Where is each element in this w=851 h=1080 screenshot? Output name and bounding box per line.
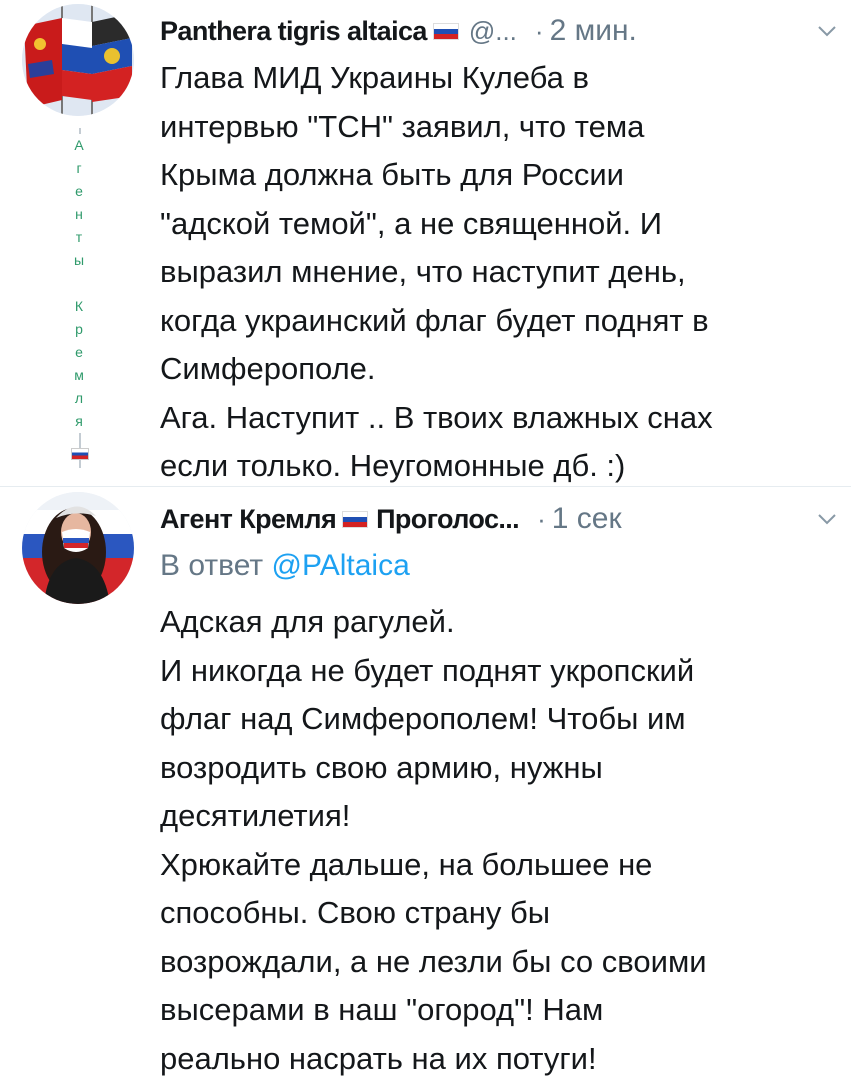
russia-flag-icon	[342, 510, 369, 528]
tweet-text-line: флаг над Симферополем! Чтобы им	[160, 701, 686, 736]
thread-connector: А г е н т ы К р е м л я	[64, 128, 94, 468]
vertical-letter: г	[75, 157, 83, 180]
tweet-text-line: когда украинский флаг будет поднят в	[160, 302, 709, 338]
vertical-letter: е	[74, 180, 84, 203]
vertical-letter: К	[73, 295, 85, 318]
vertical-letter: р	[74, 318, 84, 341]
tweet-text-line: десятилетия!	[160, 798, 351, 833]
tweet-text-line: высерами в наш "огород"! Нам	[160, 992, 604, 1027]
tweet-text-line: интервью "ТСН" заявил, что тема	[160, 108, 645, 144]
vertical-letter: м	[73, 364, 85, 387]
avatar-flags-image	[22, 4, 134, 116]
tweet-thread: А г е н т ы К р е м л я Panthera tigris …	[0, 0, 851, 1080]
vertical-letter: т	[74, 226, 84, 249]
tweet-divider	[0, 486, 851, 487]
tweet-text-line: Симферополе.	[160, 351, 376, 386]
vertical-letter: ы	[72, 249, 86, 272]
russia-flag-icon	[71, 448, 89, 460]
reply-context: В ответ @PAltaica	[160, 544, 840, 588]
reply-mention-link[interactable]: @PAltaica	[271, 549, 409, 582]
tweet[interactable]: Агент Кремля Проголос... · 1 сек В ответ…	[160, 496, 840, 1080]
vertical-text: А г е н т ы К р е м л я	[64, 134, 94, 433]
user-handle[interactable]: @...	[469, 16, 517, 47]
separator-dot: ·	[537, 503, 546, 534]
timestamp[interactable]: 1 сек	[552, 502, 622, 536]
display-name-suffix[interactable]: Проголос...	[376, 504, 520, 535]
russia-flag-icon	[432, 22, 459, 40]
tweet-text-line: Ага. Наступит .. В твоих влажных снах	[160, 399, 713, 435]
tweet-text-line: возрождали, а не лезли бы со своими	[160, 943, 707, 979]
display-name[interactable]: Агент Кремля	[160, 504, 337, 535]
tweet-text-line: способны. Свою страну бы	[160, 895, 551, 930]
vertical-letter: н	[74, 203, 84, 226]
vertical-letter: А	[73, 134, 85, 157]
timestamp[interactable]: 2 мин.	[550, 14, 637, 48]
tweet-header: Агент Кремля Проголос... · 1 сек	[160, 496, 840, 542]
vertical-letter	[76, 272, 82, 295]
avatar[interactable]	[22, 4, 134, 116]
tweet-text-line: "адской темой", а не священной. И	[160, 205, 663, 241]
tweet[interactable]: Panthera tigris altaica @... · 2 мин. Гл…	[160, 8, 840, 491]
tweet-text-line: И никогда не будет поднят укропский	[160, 652, 695, 688]
tweet-text-line: Глава МИД Украины Кулеба в	[160, 60, 589, 95]
tweet-text-line: Хрюкайте дальше, на большее не	[160, 846, 653, 882]
tweet-text-line: если только. Неугомонные дб. :)	[160, 448, 626, 483]
chevron-down-icon[interactable]	[814, 18, 840, 44]
tweet-body: Адская для рагулей. И никогда не будет п…	[160, 598, 840, 1080]
tweet-text-line: Адская для рагулей.	[160, 604, 455, 639]
tweet-text-line: выразил мнение, что наступит день,	[160, 254, 686, 289]
display-name[interactable]: Panthera tigris altaica	[160, 16, 427, 47]
avatar[interactable]	[22, 492, 134, 604]
tweet-body: Глава МИД Украины Кулеба в интервью "ТСН…	[160, 54, 840, 491]
tweet-text-line: Крыма должна быть для России	[160, 157, 624, 192]
avatar-woman-image	[22, 492, 134, 604]
reply-prefix: В ответ	[160, 549, 264, 582]
chevron-down-icon[interactable]	[814, 506, 840, 532]
tweet-header: Panthera tigris altaica @... · 2 мин.	[160, 8, 840, 54]
tweet-text-line: возродить свою армию, нужны	[160, 749, 603, 785]
tweet-text-line: реально насрать на их потуги!	[160, 1040, 597, 1076]
vertical-letter: я	[74, 410, 84, 433]
vertical-letter: л	[73, 387, 85, 410]
separator-dot: ·	[534, 15, 544, 46]
vertical-letter: е	[74, 341, 84, 364]
